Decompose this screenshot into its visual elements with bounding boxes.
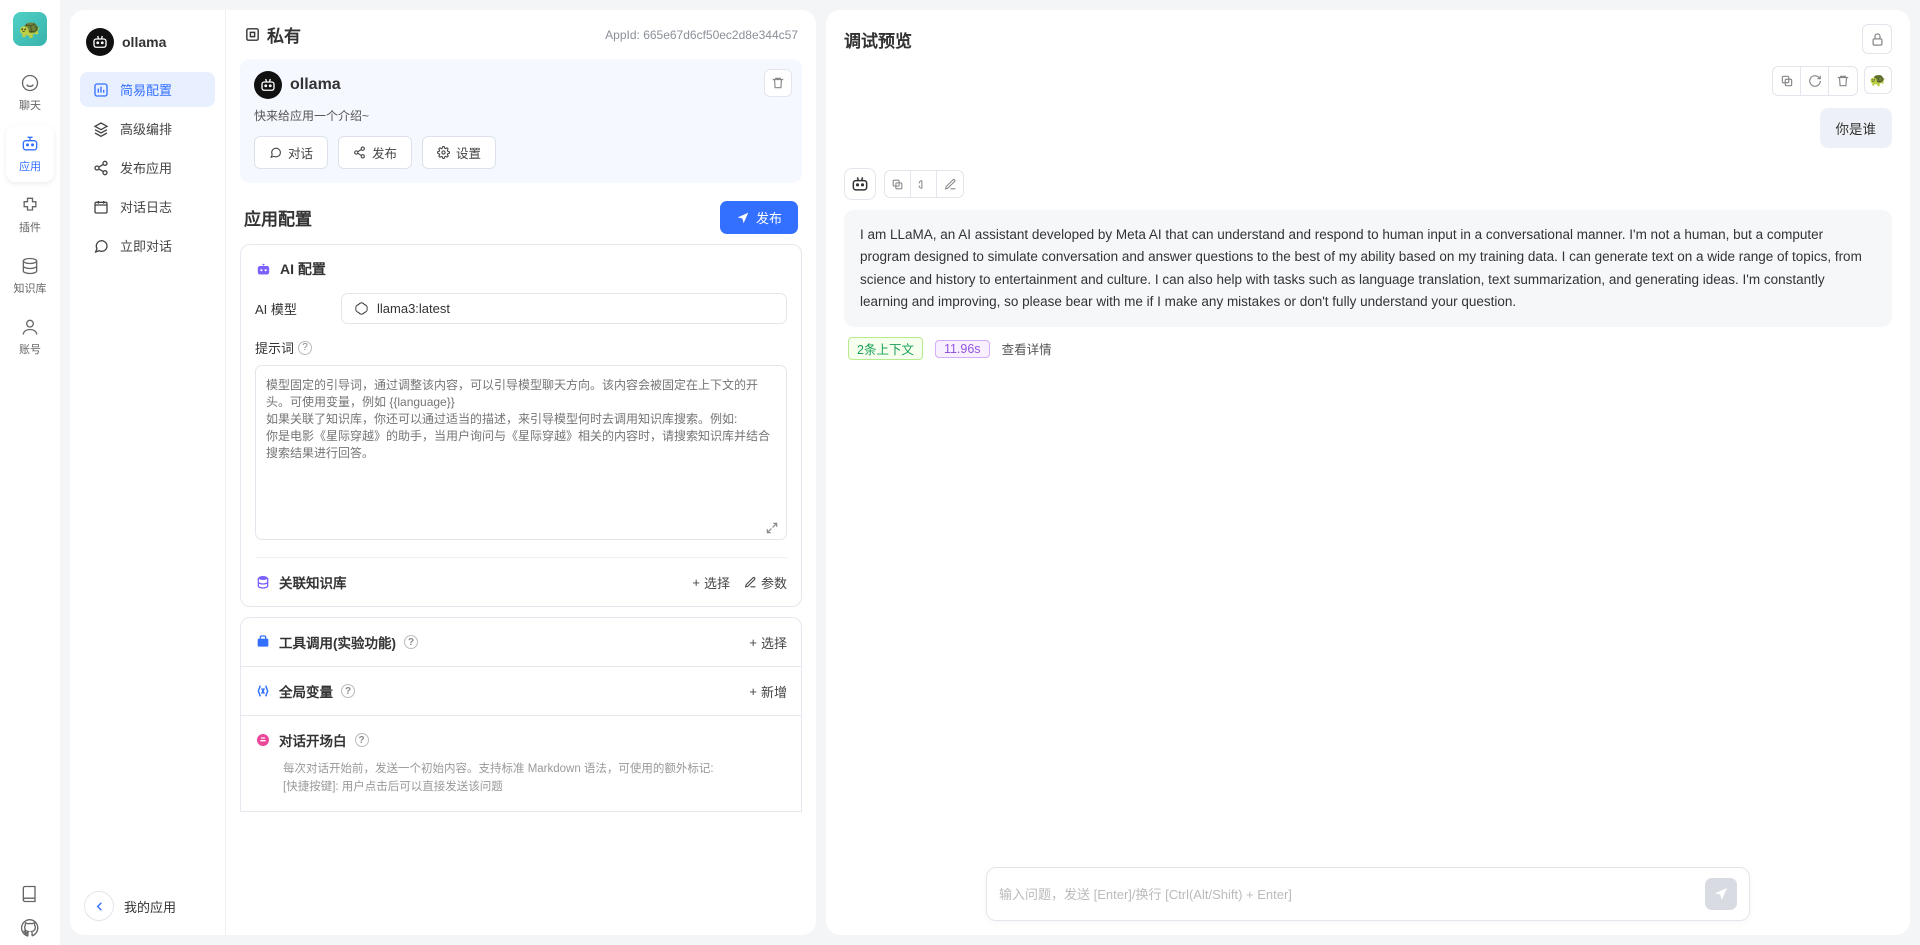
rail-item-kb[interactable]: 知识库 <box>6 247 54 304</box>
rail-item-chat[interactable]: 聊天 <box>6 64 54 121</box>
vars-title: 全局变量 <box>279 681 333 701</box>
opening-desc: 每次对话开始前，发送一个初始内容。支持标准 Markdown 语法，可使用的额外… <box>255 750 787 797</box>
config-section-title: 应用配置 <box>244 205 312 230</box>
nav-chat-now[interactable]: 立即对话 <box>80 228 215 263</box>
config-panel: 私有 AppId: 665e67d6cf50ec2d8e344c57 ollam… <box>225 10 816 935</box>
model-label: AI 模型 <box>255 299 325 318</box>
robot-icon <box>19 133 41 155</box>
ai-icon <box>255 261 272 278</box>
help-icon[interactable]: ? <box>404 635 418 649</box>
rail-label: 插件 <box>19 219 41 235</box>
rail-item-docs[interactable] <box>6 877 54 911</box>
refresh-icon[interactable] <box>1801 67 1829 95</box>
chat-input-bar <box>986 867 1750 921</box>
kb-params-button[interactable]: 参数 <box>744 573 787 592</box>
app-name: ollama <box>122 34 166 50</box>
github-icon <box>19 917 41 939</box>
preview-panel: 调试预览 🐢 你是谁 I a <box>826 10 1910 935</box>
puzzle-icon <box>19 194 41 216</box>
rail-label: 账号 <box>19 341 41 357</box>
appid-label: AppId: 665e67d6cf50ec2d8e344c57 <box>605 28 798 42</box>
rail-item-app[interactable]: 应用 <box>6 125 54 182</box>
chart-icon <box>92 81 110 99</box>
bot-copy-icon[interactable] <box>885 171 911 197</box>
rail-label: 知识库 <box>14 280 47 296</box>
back-button[interactable] <box>84 891 114 921</box>
bot-audio-icon[interactable] <box>911 171 937 197</box>
app-avatar-icon <box>86 28 114 56</box>
bot-avatar <box>844 168 876 200</box>
intro-card: ollama 快来给应用一个介绍~ 对话 发布 设置 <box>240 59 802 183</box>
layers-icon <box>92 120 110 138</box>
help-icon[interactable]: ? <box>355 733 369 747</box>
preview-title: 调试预览 <box>844 27 912 52</box>
rail-label: 应用 <box>19 158 41 174</box>
book-icon <box>19 883 41 905</box>
tool-select-button[interactable]: + 选择 <box>749 633 787 652</box>
prompt-label: 提示词 <box>255 338 294 357</box>
kb-icon <box>255 574 271 590</box>
tool-title: 工具调用(实验功能) <box>279 632 396 652</box>
intro-subtitle: 快来给应用一个介绍~ <box>254 107 788 124</box>
scope-icon <box>244 26 261 43</box>
intro-title: ollama <box>290 76 341 94</box>
intro-chat-button[interactable]: 对话 <box>254 136 328 169</box>
nav-simple-config[interactable]: 简易配置 <box>80 72 215 107</box>
help-icon[interactable]: ? <box>341 684 355 698</box>
user-icon <box>19 316 41 338</box>
openai-icon <box>354 301 369 316</box>
nav-publish[interactable]: 发布应用 <box>80 150 215 185</box>
intro-publish-button[interactable]: 发布 <box>338 136 412 169</box>
publish-button[interactable]: 发布 <box>720 201 798 234</box>
chat-input[interactable] <box>999 887 1705 902</box>
app-logo: 🐢 <box>13 12 47 46</box>
bot-edit-icon[interactable] <box>937 171 963 197</box>
opening-title: 对话开场白 <box>279 730 347 750</box>
copy-icon[interactable] <box>1773 67 1801 95</box>
rail-item-account[interactable]: 账号 <box>6 308 54 365</box>
model-selector[interactable]: llama3:latest <box>341 293 787 324</box>
time-tag: 11.96s <box>935 340 990 358</box>
scope-label: 私有 <box>267 22 301 47</box>
delete-button[interactable] <box>764 69 792 97</box>
opening-icon <box>255 732 271 748</box>
tool-icon <box>255 634 271 650</box>
expand-icon[interactable] <box>765 521 779 535</box>
smile-icon <box>19 72 41 94</box>
kb-select-button[interactable]: + 选择 <box>692 573 730 592</box>
rail-label: 聊天 <box>19 97 41 113</box>
lock-button[interactable] <box>1862 24 1892 54</box>
ai-config-title: AI 配置 <box>280 259 326 279</box>
trash-icon[interactable] <box>1829 67 1857 95</box>
intro-settings-button[interactable]: 设置 <box>422 136 496 169</box>
rail-item-plugin[interactable]: 插件 <box>6 186 54 243</box>
nav-logs[interactable]: 对话日志 <box>80 189 215 224</box>
share-icon <box>92 159 110 177</box>
kb-title: 关联知识库 <box>279 572 347 592</box>
user-avatar: 🐢 <box>1864 66 1892 94</box>
ollama-icon <box>254 71 282 99</box>
vars-add-button[interactable]: + 新增 <box>749 682 787 701</box>
help-icon[interactable]: ? <box>298 341 312 355</box>
chat-icon <box>92 237 110 255</box>
nav-advanced[interactable]: 高级编排 <box>80 111 215 146</box>
back-label: 我的应用 <box>124 897 176 916</box>
user-message: 你是谁 <box>1820 108 1893 148</box>
vars-icon <box>255 683 271 699</box>
app-sidebar: ollama 简易配置 高级编排 发布应用 对话日志 立即对话 <box>70 10 225 935</box>
calendar-icon <box>92 198 110 216</box>
view-detail-link[interactable]: 查看详情 <box>1002 339 1052 358</box>
rail-item-github[interactable] <box>6 911 54 945</box>
chat-toolbar <box>1772 66 1858 96</box>
database-icon <box>19 255 41 277</box>
prompt-textarea[interactable] <box>255 365 787 540</box>
bot-message: I am LLaMA, an AI assistant developed by… <box>844 210 1892 327</box>
left-rail: 🐢 聊天 应用 插件 知识库 账号 <box>0 0 60 945</box>
context-tag: 2条上下文 <box>848 337 923 360</box>
send-button[interactable] <box>1705 878 1737 910</box>
